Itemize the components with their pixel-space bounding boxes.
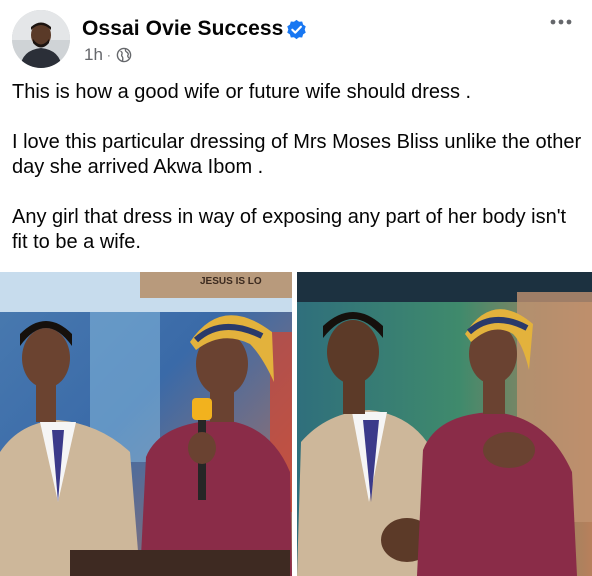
timestamp[interactable]: 1h [84, 45, 103, 65]
post-caption: This is how a good wife or future wife s… [12, 80, 582, 280]
photo-grid: JESUS IS LO [0, 272, 592, 576]
verified-badge-icon [287, 19, 306, 40]
couple-on-stage-photo-left: JESUS IS LO [0, 272, 292, 576]
photo-right[interactable] [297, 272, 592, 576]
facebook-post: Ossai Ovie Success 1h · This is how a go… [0, 0, 592, 576]
author-name[interactable]: Ossai Ovie Success [82, 17, 283, 41]
separator-dot: · [106, 48, 111, 62]
more-options-icon[interactable] [545, 12, 577, 32]
avatar[interactable] [12, 10, 70, 68]
caption-paragraph: I love this particular dressing of Mrs M… [12, 131, 582, 178]
avatar-image [12, 10, 70, 68]
globe-icon[interactable] [116, 47, 132, 63]
couple-on-stage-photo-right [297, 272, 592, 576]
post-meta: 1h · [84, 45, 132, 65]
banner-text: JESUS IS LO [200, 276, 262, 287]
photo-left[interactable]: JESUS IS LO [0, 272, 292, 576]
caption-paragraph: This is how a good wife or future wife s… [12, 81, 472, 103]
post-header: Ossai Ovie Success 1h · [0, 0, 592, 74]
caption-paragraph: Any girl that dress in way of exposing a… [12, 206, 567, 253]
